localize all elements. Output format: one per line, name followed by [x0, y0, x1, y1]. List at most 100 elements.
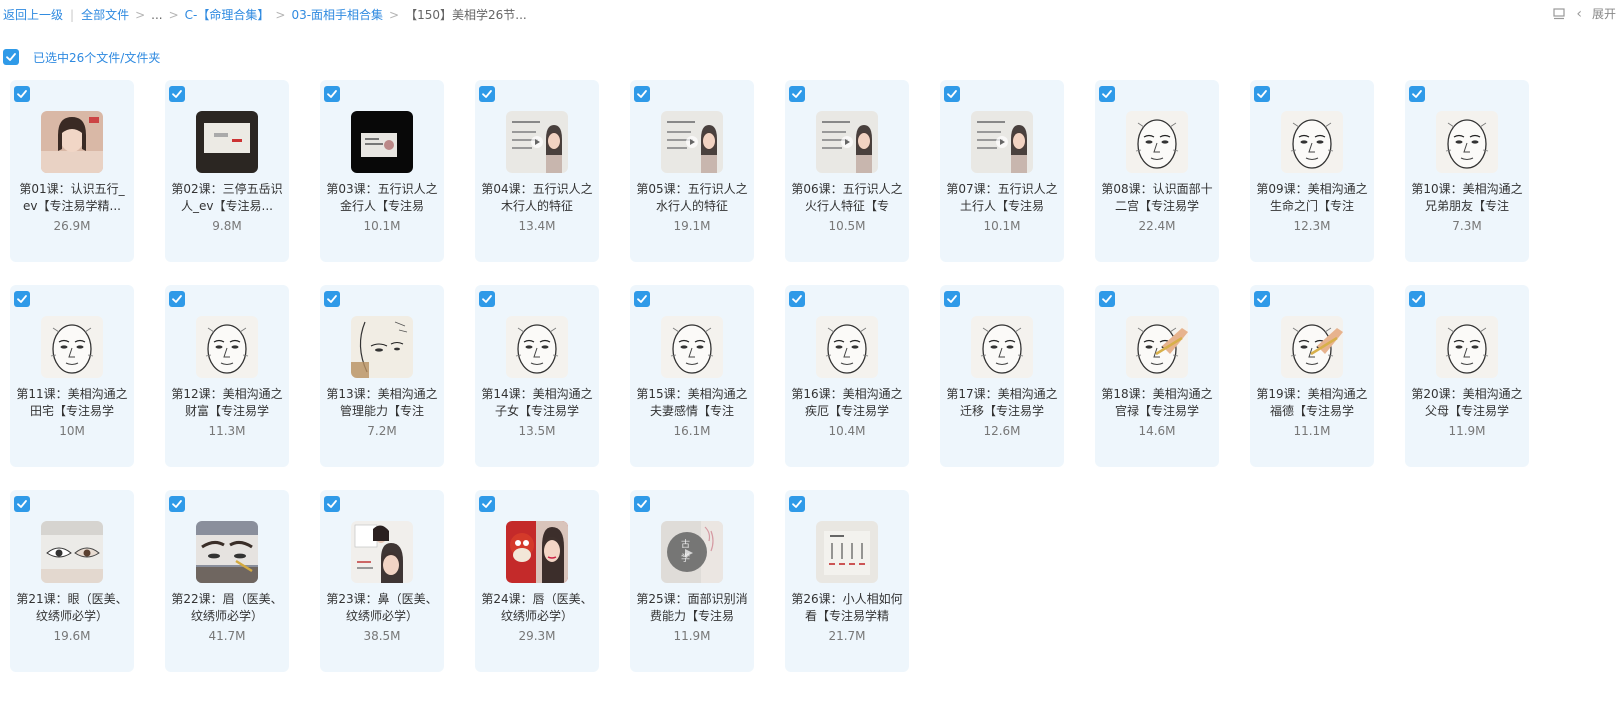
chevron-left-icon[interactable]: ‹ [1576, 6, 1582, 22]
expand-button[interactable]: 展开 [1592, 5, 1616, 22]
file-card[interactable]: 第11课：美相沟通之田宅【专注易学 10M [10, 285, 134, 467]
video-thumbnail[interactable] [661, 316, 723, 378]
file-checkbox[interactable] [479, 496, 495, 512]
file-card[interactable]: 第13课：美相沟通之管理能力【专注 7.2M [320, 285, 444, 467]
file-checkbox[interactable] [169, 291, 185, 307]
back-link[interactable]: 返回上一级 [3, 6, 63, 23]
file-checkbox[interactable] [1099, 86, 1115, 102]
file-name[interactable]: 第01课：认识五行_ev【专注易学精... [16, 181, 128, 215]
file-name[interactable]: 第22课：眉（医美、纹绣师必学） [171, 591, 283, 625]
file-name[interactable]: 第02课：三停五岳识人_ev【专注易... [171, 181, 283, 215]
file-checkbox[interactable] [944, 86, 960, 102]
file-checkbox[interactable] [1409, 291, 1425, 307]
file-card[interactable]: 第02课：三停五岳识人_ev【专注易... 9.8M [165, 80, 289, 262]
file-name[interactable]: 第16课：美相沟通之疾厄【专注易学 [791, 386, 903, 420]
file-card[interactable]: 第21课：眼（医美、纹绣师必学） 19.6M [10, 490, 134, 672]
file-checkbox[interactable] [944, 291, 960, 307]
file-checkbox[interactable] [14, 291, 30, 307]
video-thumbnail[interactable] [351, 316, 413, 378]
file-checkbox[interactable] [789, 86, 805, 102]
file-card[interactable]: 第07课：五行识人之土行人【专注易 10.1M [940, 80, 1064, 262]
video-thumbnail[interactable] [1126, 316, 1188, 378]
file-card[interactable]: 第01课：认识五行_ev【专注易学精... 26.9M [10, 80, 134, 262]
file-name[interactable]: 第24课：唇（医美、纹绣师必学） [481, 591, 593, 625]
file-card[interactable]: 第23课：鼻（医美、纹绣师必学） 38.5M [320, 490, 444, 672]
video-thumbnail[interactable] [816, 316, 878, 378]
video-thumbnail[interactable] [816, 111, 878, 173]
file-checkbox[interactable] [479, 86, 495, 102]
file-card[interactable]: 第17课：美相沟通之迁移【专注易学 12.6M [940, 285, 1064, 467]
crumb-all-files[interactable]: 全部文件 [81, 6, 129, 23]
file-checkbox[interactable] [479, 291, 495, 307]
select-all-checkbox[interactable] [3, 49, 19, 65]
video-thumbnail[interactable] [506, 521, 568, 583]
file-checkbox[interactable] [324, 291, 340, 307]
file-name[interactable]: 第12课：美相沟通之财富【专注易学 [171, 386, 283, 420]
file-name[interactable]: 第11课：美相沟通之田宅【专注易学 [16, 386, 128, 420]
video-thumbnail[interactable] [1436, 111, 1498, 173]
file-checkbox[interactable] [169, 86, 185, 102]
file-name[interactable]: 第17课：美相沟通之迁移【专注易学 [946, 386, 1058, 420]
video-thumbnail[interactable] [971, 316, 1033, 378]
file-name[interactable]: 第05课：五行识人之水行人的特征 [636, 181, 748, 215]
file-name[interactable]: 第13课：美相沟通之管理能力【专注 [326, 386, 438, 420]
file-name[interactable]: 第07课：五行识人之土行人【专注易 [946, 181, 1058, 215]
file-card[interactable]: 第26课：小人相如何看【专注易学精 21.7M [785, 490, 909, 672]
file-checkbox[interactable] [1099, 291, 1115, 307]
file-card[interactable]: 第24课：唇（医美、纹绣师必学） 29.3M [475, 490, 599, 672]
file-name[interactable]: 第20课：美相沟通之父母【专注易学 [1411, 386, 1523, 420]
file-card[interactable]: 第22课：眉（医美、纹绣师必学） 41.7M [165, 490, 289, 672]
file-name[interactable]: 第26课：小人相如何看【专注易学精 [791, 591, 903, 625]
file-name[interactable]: 第10课：美相沟通之兄弟朋友【专注 [1411, 181, 1523, 215]
video-thumbnail[interactable] [196, 316, 258, 378]
file-name[interactable]: 第19课：美相沟通之福德【专注易学 [1256, 386, 1368, 420]
file-card[interactable]: 第19课：美相沟通之福德【专注易学 11.1M [1250, 285, 1374, 467]
file-card[interactable]: 第20课：美相沟通之父母【专注易学 11.9M [1405, 285, 1529, 467]
crumb-ellipsis[interactable]: ... [151, 8, 162, 22]
video-thumbnail[interactable] [816, 521, 878, 583]
file-name[interactable]: 第21课：眼（医美、纹绣师必学） [16, 591, 128, 625]
file-name[interactable]: 第03课：五行识人之金行人【专注易 [326, 181, 438, 215]
file-card[interactable]: 第06课：五行识人之火行人特征【专 10.5M [785, 80, 909, 262]
file-name[interactable]: 第09课：美相沟通之生命之门【专注 [1256, 181, 1368, 215]
file-checkbox[interactable] [634, 496, 650, 512]
file-card[interactable]: 第05课：五行识人之水行人的特征 19.1M [630, 80, 754, 262]
file-name[interactable]: 第08课：认识面部十二宫【专注易学 [1101, 181, 1213, 215]
file-name[interactable]: 第14课：美相沟通之子女【专注易学 [481, 386, 593, 420]
video-thumbnail[interactable] [1126, 111, 1188, 173]
video-thumbnail[interactable] [1281, 316, 1343, 378]
file-card[interactable]: 第03课：五行识人之金行人【专注易 10.1M [320, 80, 444, 262]
file-card[interactable]: 第04课：五行识人之木行人的特征 13.4M [475, 80, 599, 262]
file-checkbox[interactable] [1254, 86, 1270, 102]
file-card[interactable]: 第16课：美相沟通之疾厄【专注易学 10.4M [785, 285, 909, 467]
file-checkbox[interactable] [169, 496, 185, 512]
video-thumbnail[interactable] [351, 521, 413, 583]
file-card[interactable]: 第12课：美相沟通之财富【专注易学 11.3M [165, 285, 289, 467]
video-thumbnail[interactable] [1281, 111, 1343, 173]
video-thumbnail[interactable] [351, 111, 413, 173]
file-name[interactable]: 第06课：五行识人之火行人特征【专 [791, 181, 903, 215]
file-card[interactable]: 第10课：美相沟通之兄弟朋友【专注 7.3M [1405, 80, 1529, 262]
file-name[interactable]: 第25课：面部识别消费能力【专注易 [636, 591, 748, 625]
file-checkbox[interactable] [789, 496, 805, 512]
file-name[interactable]: 第04课：五行识人之木行人的特征 [481, 181, 593, 215]
file-checkbox[interactable] [634, 291, 650, 307]
video-thumbnail[interactable] [41, 521, 103, 583]
crumb-level2[interactable]: 03-面相手相合集 [291, 6, 383, 23]
file-checkbox[interactable] [1409, 86, 1425, 102]
file-card[interactable]: 第18课：美相沟通之官禄【专注易学 14.6M [1095, 285, 1219, 467]
file-card[interactable]: 古学第25课：面部识别消费能力【专注易 11.9M [630, 490, 754, 672]
file-checkbox[interactable] [324, 86, 340, 102]
crumb-level1[interactable]: C-【命理合集】 [185, 6, 270, 23]
video-thumbnail[interactable] [506, 316, 568, 378]
file-name[interactable]: 第18课：美相沟通之官禄【专注易学 [1101, 386, 1213, 420]
layout-toggle-icon[interactable] [1552, 7, 1566, 21]
video-thumbnail[interactable] [661, 111, 723, 173]
video-thumbnail[interactable] [971, 111, 1033, 173]
file-name[interactable]: 第23课：鼻（医美、纹绣师必学） [326, 591, 438, 625]
video-thumbnail[interactable] [196, 521, 258, 583]
file-card[interactable]: 第09课：美相沟通之生命之门【专注 12.3M [1250, 80, 1374, 262]
file-card[interactable]: 第14课：美相沟通之子女【专注易学 13.5M [475, 285, 599, 467]
video-thumbnail[interactable] [41, 316, 103, 378]
file-checkbox[interactable] [14, 496, 30, 512]
